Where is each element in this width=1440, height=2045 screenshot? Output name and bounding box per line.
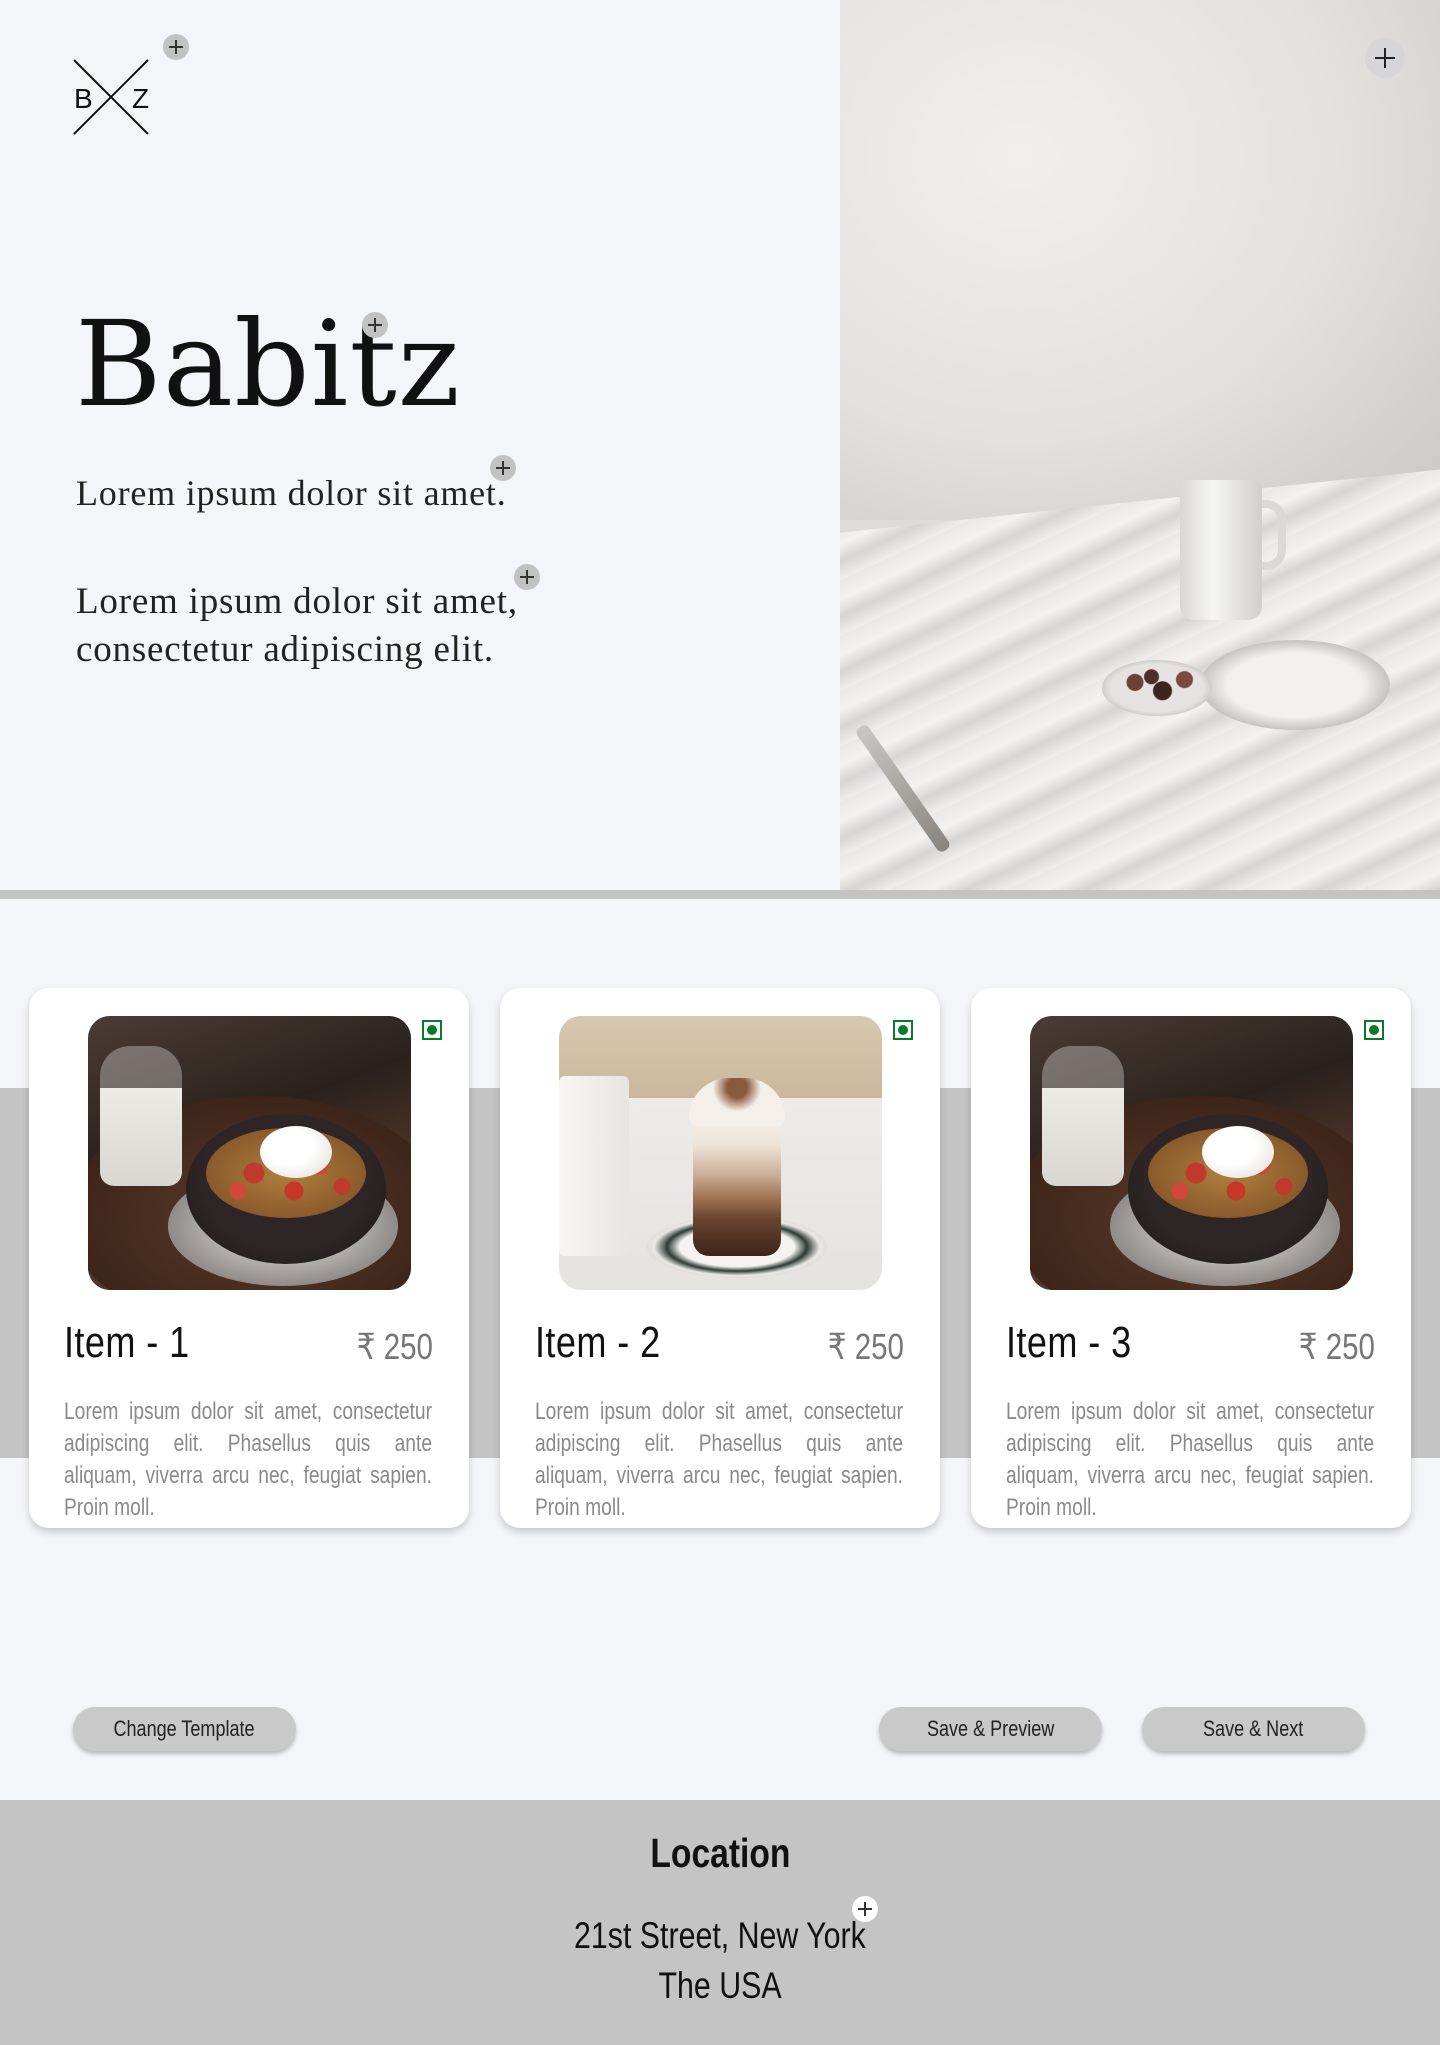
- item-photo: [88, 1016, 411, 1290]
- svg-text:B: B: [74, 83, 93, 114]
- item-name: Item - 3: [1006, 1318, 1132, 1367]
- save-preview-label: Save & Preview: [926, 1716, 1055, 1741]
- menu-card[interactable]: Item - 1 ₹ 250 Lorem ipsum dolor sit ame…: [29, 988, 469, 1528]
- brand-description: Lorem ipsum dolor sit amet, consectetur …: [76, 581, 518, 670]
- save-preview-button[interactable]: Save & Preview: [879, 1707, 1102, 1751]
- location-footer: Location 21st Street, New York The USA: [0, 1800, 1440, 2045]
- brand-logo: B Z: [72, 58, 150, 136]
- hero-section: B Z Babitz Lorem ipsum dolor sit amet. L…: [0, 0, 1440, 890]
- hero-divider: [0, 890, 1440, 899]
- veg-indicator-icon: [1364, 1020, 1384, 1040]
- edit-tagline-button[interactable]: [490, 455, 516, 481]
- save-next-label: Save & Next: [1203, 1716, 1304, 1741]
- menu-card[interactable]: Item - 3 ₹ 250 Lorem ipsum dolor sit ame…: [971, 988, 1411, 1528]
- item-price: ₹ 250: [1298, 1326, 1375, 1367]
- item-name: Item - 1: [64, 1318, 190, 1367]
- location-title: Location: [649, 1830, 791, 1876]
- add-logo-button[interactable]: [163, 34, 189, 60]
- item-photo: [1030, 1016, 1353, 1290]
- menu-card[interactable]: Item - 2 ₹ 250 Lorem ipsum dolor sit ame…: [500, 988, 940, 1528]
- item-name: Item - 2: [535, 1318, 661, 1367]
- change-template-button[interactable]: Change Template: [73, 1707, 296, 1751]
- item-description: Lorem ipsum dolor sit amet, consectetur …: [1006, 1398, 1374, 1521]
- item-price: ₹ 250: [356, 1326, 433, 1367]
- veg-indicator-icon: [893, 1020, 913, 1040]
- address-line-2: The USA: [658, 1965, 782, 2006]
- brand-title: Babitz: [75, 295, 461, 433]
- item-description: Lorem ipsum dolor sit amet, consectetur …: [64, 1398, 432, 1521]
- address-line-1: 21st Street, New York: [574, 1915, 866, 1956]
- save-next-button[interactable]: Save & Next: [1142, 1707, 1365, 1751]
- logo-mark-icon: B Z: [73, 59, 149, 135]
- edit-description-button[interactable]: [514, 564, 540, 590]
- veg-indicator-icon: [422, 1020, 442, 1040]
- item-price: ₹ 250: [827, 1326, 904, 1367]
- item-description: Lorem ipsum dolor sit amet, consectetur …: [535, 1398, 903, 1521]
- item-photo: [559, 1016, 882, 1290]
- edit-title-button[interactable]: [362, 312, 388, 338]
- hero-table-photo: [840, 0, 1440, 890]
- brand-tagline: Lorem ipsum dolor sit amet.: [76, 473, 507, 513]
- change-hero-image-button[interactable]: [1365, 38, 1405, 78]
- change-template-label: Change Template: [113, 1716, 256, 1741]
- svg-text:Z: Z: [132, 83, 149, 114]
